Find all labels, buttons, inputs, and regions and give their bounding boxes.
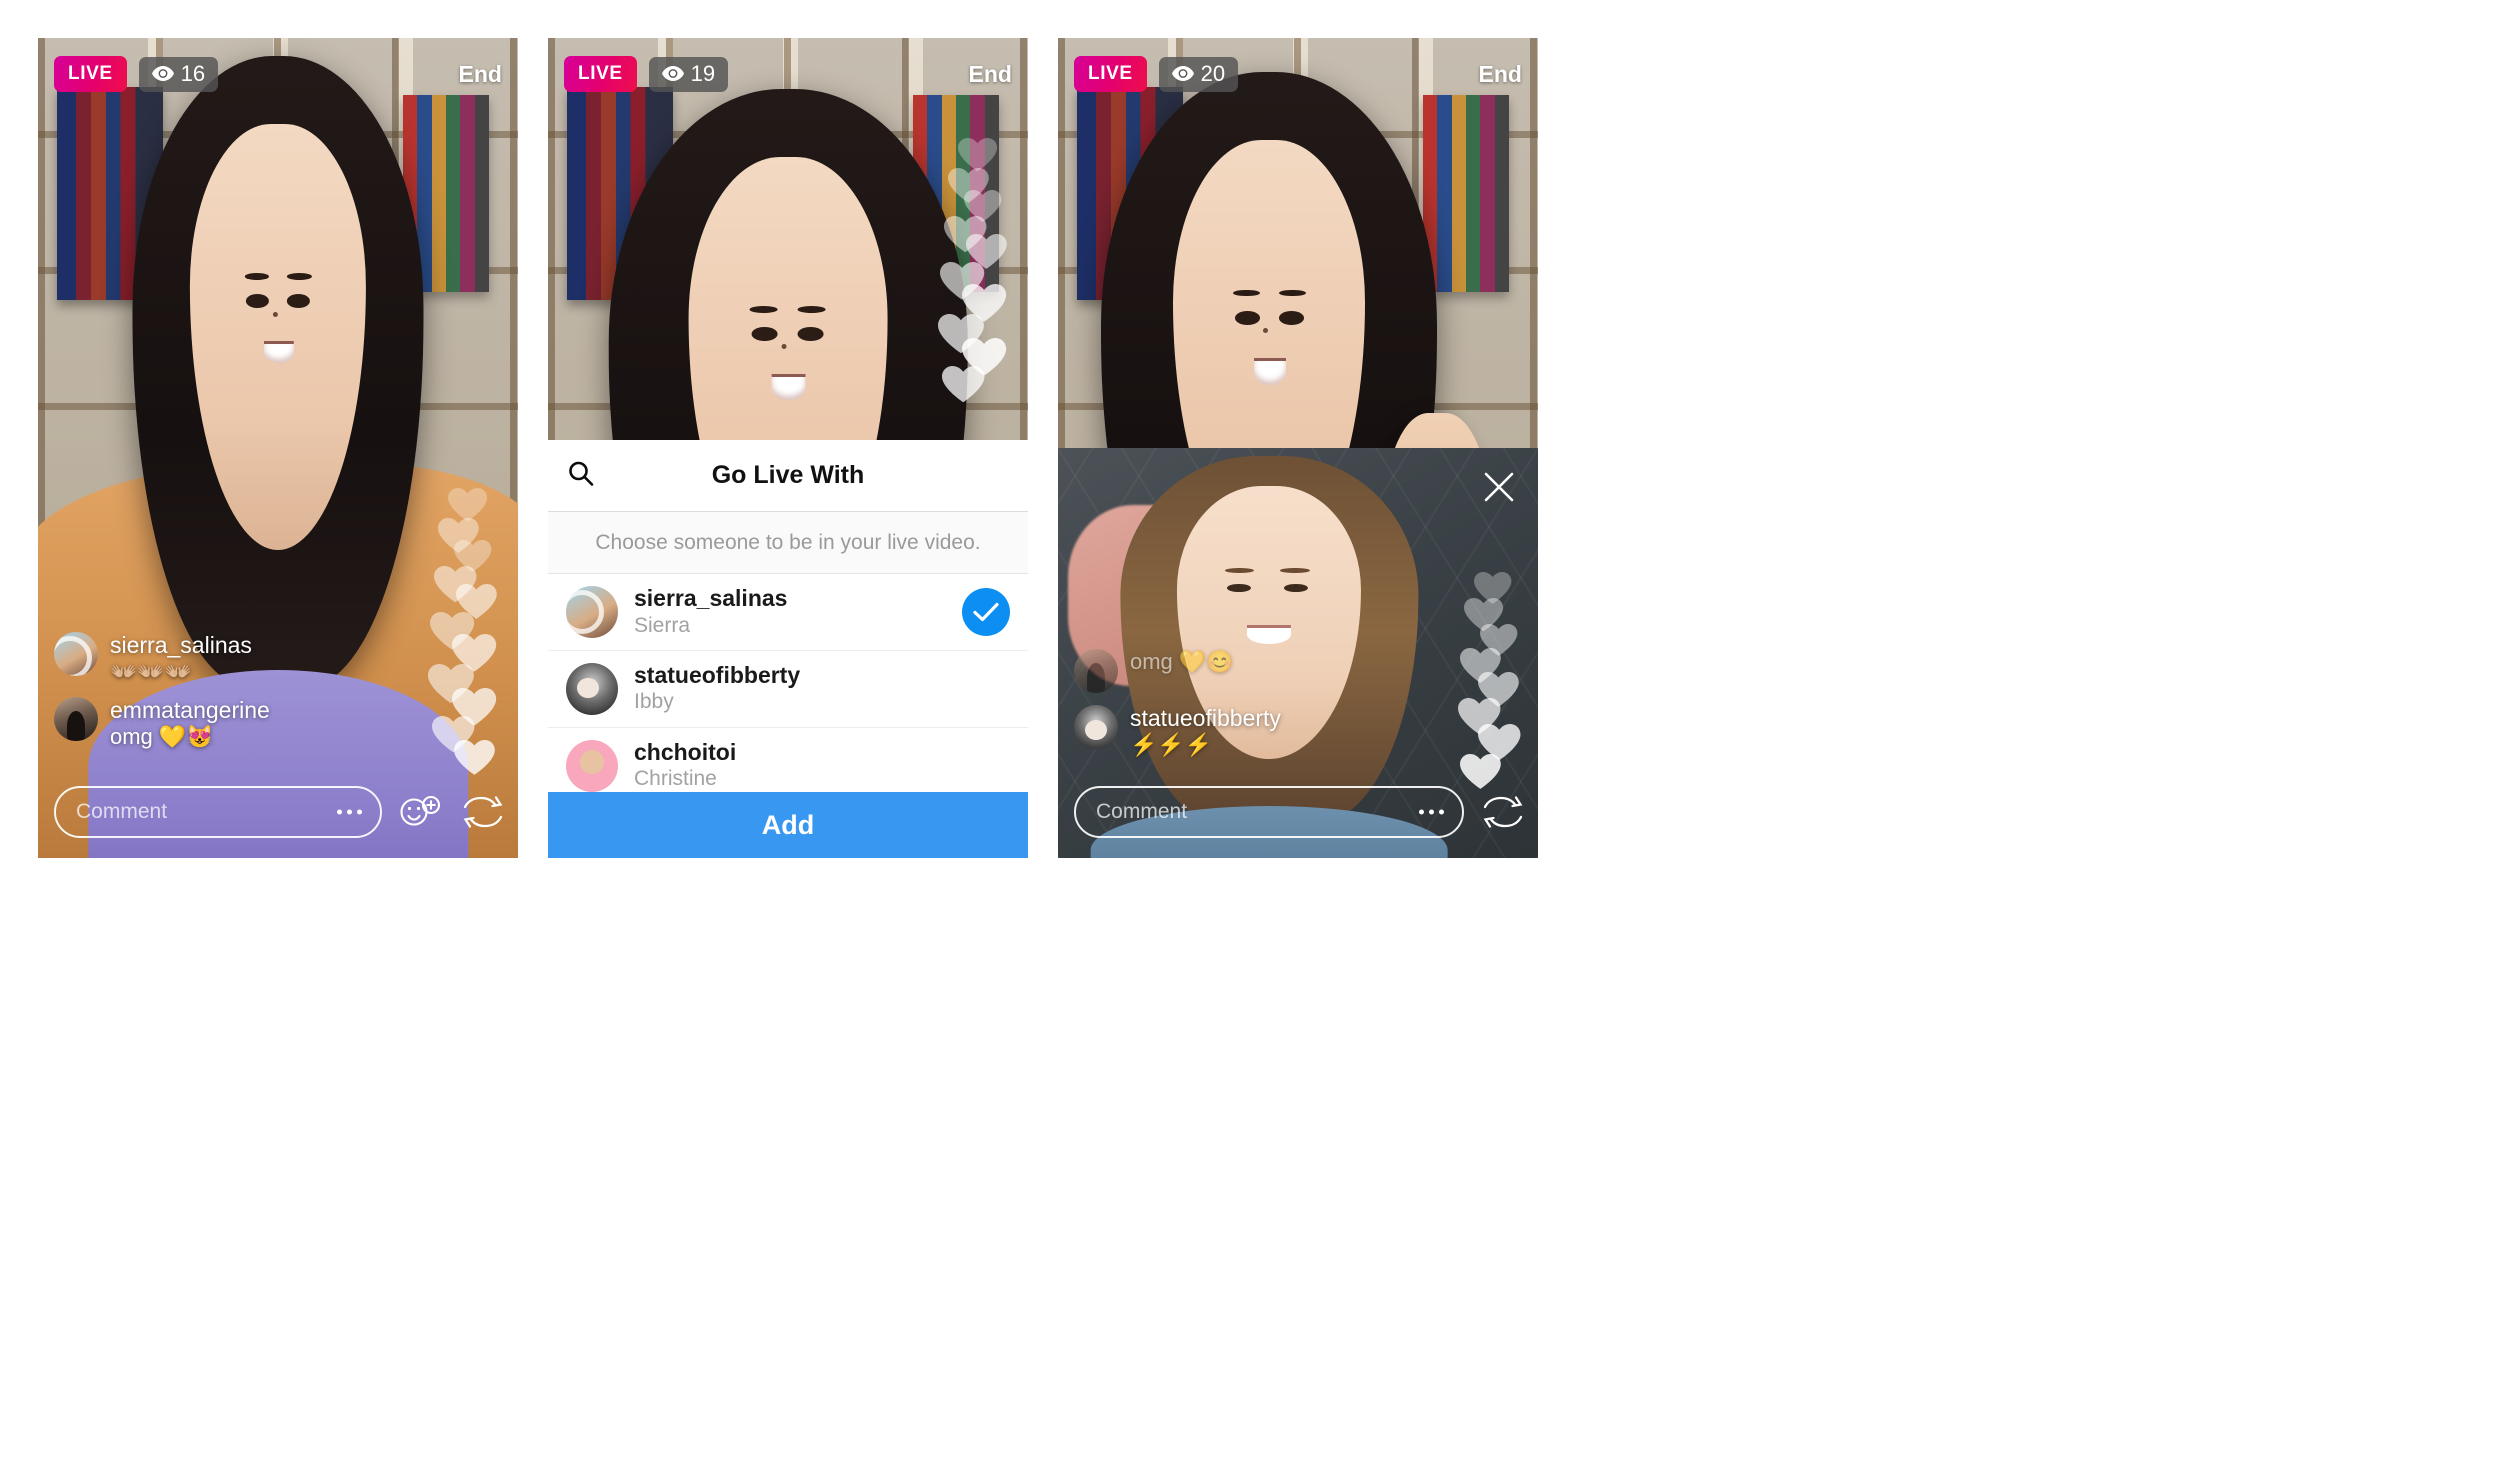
screenshot-stage: LIVE 16 End sierra_salinas 👐🏼👐🏼👐🏼 emmata… bbox=[0, 0, 2498, 1458]
user-username: chchoitoi bbox=[634, 738, 737, 765]
live-comments-list: sierra_salinas 👐🏼👐🏼👐🏼 emmatangerine omg … bbox=[54, 632, 409, 762]
comment-username[interactable]: sierra_salinas bbox=[110, 632, 252, 658]
sheet-subtitle: Choose someone to be in your live video. bbox=[548, 512, 1028, 574]
comment-composer: Comment bbox=[1074, 786, 1526, 838]
live-top-bar: LIVE 16 End bbox=[54, 56, 502, 92]
user-username: statueofibberty bbox=[634, 661, 801, 688]
list-item[interactable]: sierra_salinas Sierra bbox=[548, 574, 1028, 651]
comment-item: emmatangerine omg 💛😻 bbox=[54, 697, 409, 750]
viewer-count-pill[interactable]: 20 bbox=[1158, 56, 1239, 92]
sheet-title: Go Live With bbox=[711, 461, 865, 489]
viewer-count-value: 16 bbox=[180, 60, 206, 86]
sheet-header: Go Live With bbox=[548, 440, 1028, 512]
avatar bbox=[566, 662, 618, 715]
live-top-bar: LIVE 20 End bbox=[1074, 56, 1522, 92]
comment-item: sierra_salinas 👐🏼👐🏼👐🏼 bbox=[54, 632, 409, 685]
more-dots-icon[interactable] bbox=[337, 809, 362, 815]
more-dots-icon[interactable] bbox=[1419, 809, 1444, 815]
avatar[interactable] bbox=[1074, 649, 1118, 694]
live-top-bar: LIVE 19 End bbox=[564, 56, 1012, 92]
comment-username[interactable]: statueofibberty bbox=[1130, 705, 1281, 731]
comment-text: omg 💛😻 bbox=[110, 723, 214, 749]
end-broadcast-button[interactable]: End bbox=[969, 61, 1012, 88]
panel-live-broadcast-with-guest: LIVE 20 End omg 💛😊 statueofibberty ⚡⚡⚡ C… bbox=[1058, 38, 1538, 858]
end-broadcast-button[interactable]: End bbox=[459, 61, 502, 88]
eye-icon bbox=[661, 63, 684, 85]
eye-icon bbox=[151, 63, 174, 85]
user-realname: Ibby bbox=[634, 690, 674, 714]
live-badge: LIVE bbox=[54, 56, 127, 92]
comment-input[interactable]: Comment bbox=[1074, 786, 1464, 838]
avatar[interactable] bbox=[54, 632, 98, 677]
comment-placeholder: Comment bbox=[76, 800, 168, 823]
panel-go-live-with-picker: LIVE 19 End Go Live With Choose someone … bbox=[548, 38, 1028, 858]
live-badge: LIVE bbox=[564, 56, 637, 92]
live-badge: LIVE bbox=[1074, 56, 1147, 92]
go-live-with-sheet: Go Live With Choose someone to be in you… bbox=[548, 440, 1028, 858]
list-item[interactable]: chchoitoi Christine bbox=[548, 728, 1028, 792]
close-icon[interactable] bbox=[1482, 470, 1516, 509]
comment-placeholder: Comment bbox=[1096, 800, 1188, 823]
user-realname: Sierra bbox=[634, 613, 691, 637]
panel-live-broadcast-solo: LIVE 16 End sierra_salinas 👐🏼👐🏼👐🏼 emmata… bbox=[38, 38, 518, 858]
comment-username[interactable]: emmatangerine bbox=[110, 697, 270, 723]
viewer-count-pill[interactable]: 19 bbox=[648, 56, 729, 92]
avatar[interactable] bbox=[54, 697, 98, 742]
comment-input[interactable]: Comment bbox=[54, 786, 382, 838]
flip-camera-icon[interactable] bbox=[460, 789, 506, 835]
end-broadcast-button[interactable]: End bbox=[1479, 61, 1522, 88]
avatar bbox=[566, 739, 618, 792]
list-item[interactable]: statueofibberty Ibby bbox=[548, 651, 1028, 728]
comment-composer: Comment bbox=[54, 786, 506, 838]
add-face-icon[interactable] bbox=[398, 789, 444, 835]
add-button[interactable]: Add bbox=[548, 792, 1028, 858]
selected-check-icon[interactable] bbox=[962, 587, 1010, 636]
flip-camera-icon[interactable] bbox=[1480, 789, 1526, 835]
comment-item: statueofibberty ⚡⚡⚡ bbox=[1074, 705, 1352, 758]
comment-item: omg 💛😊 bbox=[1074, 649, 1352, 694]
avatar bbox=[566, 585, 618, 638]
eye-icon bbox=[1171, 63, 1194, 85]
comment-text: ⚡⚡⚡ bbox=[1130, 731, 1213, 757]
comment-text: 👐🏼👐🏼👐🏼 bbox=[110, 658, 193, 684]
user-realname: Christine bbox=[634, 767, 717, 791]
user-username: sierra_salinas bbox=[634, 585, 788, 611]
viewer-count-value: 20 bbox=[1200, 60, 1226, 86]
avatar[interactable] bbox=[1074, 705, 1118, 750]
viewer-count-value: 19 bbox=[690, 60, 716, 86]
search-icon[interactable] bbox=[568, 460, 594, 491]
comment-text: omg 💛😊 bbox=[1130, 649, 1234, 675]
live-comments-list: omg 💛😊 statueofibberty ⚡⚡⚡ bbox=[1074, 649, 1352, 770]
viewer-count-pill[interactable]: 16 bbox=[138, 56, 219, 92]
user-list[interactable]: sierra_salinas Sierra statueofibberty Ib… bbox=[548, 574, 1028, 792]
